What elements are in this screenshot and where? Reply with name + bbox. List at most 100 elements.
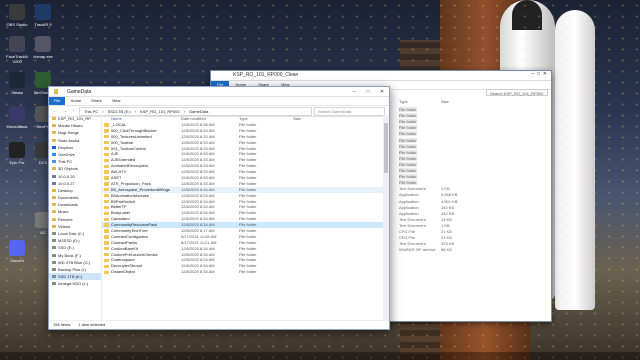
breadcrumb-item[interactable]: GameData: [189, 108, 208, 115]
file-name-text: AW-HTV: [111, 169, 127, 175]
column-header-name[interactable]: Name: [102, 115, 181, 122]
sidebar-item[interactable]: Documents: [49, 194, 101, 201]
sidebar-item[interactable]: 10.0.0.20: [49, 173, 101, 180]
sidebar-item-label: M2SSD (D:): [58, 238, 80, 244]
file-name-text: B9AnimationModules: [111, 192, 149, 198]
selection-count: 1 item selected: [78, 322, 106, 327]
sidebar-item[interactable]: Local Disk (C:): [49, 230, 101, 237]
sidebar-item-label: KSP_RO_101_RP: [58, 116, 91, 121]
column-header-type[interactable]: Type: [239, 115, 293, 122]
back-row-type: Application: [399, 198, 419, 204]
file-name: DistantObject: [102, 269, 181, 275]
folder-icon: [104, 176, 109, 180]
close-button[interactable]: ✕: [375, 89, 389, 95]
scrollbar-thumb[interactable]: [384, 123, 388, 173]
breadcrumb-item[interactable]: KSP_RO_101_RP000: [140, 108, 180, 115]
folder-icon: [104, 129, 109, 133]
back-row-type: File folder: [399, 149, 417, 155]
back-row-size: 21 KB: [441, 229, 452, 234]
sidebar-item[interactable]: Monke Hikaru: [49, 122, 101, 129]
sidebar-item[interactable]: Sado Asuka: [49, 137, 101, 144]
column-header-size[interactable]: Size: [441, 99, 449, 104]
back-row-type: File folder: [399, 125, 417, 131]
back-arrow-icon[interactable]: ←: [52, 108, 59, 114]
ribbon-view-tab[interactable]: View: [107, 97, 126, 105]
file-name-text: AJEExtended: [111, 157, 136, 163]
sidebar-item[interactable]: SSD (E:): [49, 244, 101, 251]
back-row-type: File folder: [399, 137, 417, 143]
folder-icon: [104, 199, 109, 204]
breadcrumb-item[interactable]: This PC: [84, 108, 98, 115]
table-row[interactable]: DistantObject 12/8/2020 8:34 AM File folde…: [102, 269, 383, 275]
up-arrow-icon[interactable]: ↑: [70, 108, 77, 114]
desktop-icon[interactable]: vhmap.exe: [28, 36, 58, 59]
sidebar-item-label: 10.0.0.27: [58, 180, 75, 186]
cloud-icon: [52, 152, 56, 156]
column-header-type[interactable]: Type: [399, 99, 408, 104]
folder-icon: ▇: [54, 88, 58, 95]
sidebar-item[interactable]: SSD 1TB (K:): [49, 273, 101, 281]
folder-icon: [104, 188, 109, 192]
drive-icon: [52, 253, 56, 257]
sidebar-item[interactable]: M2SSD (D:): [49, 237, 101, 244]
column-header-size[interactable]: Size: [293, 115, 323, 122]
sidebar-item[interactable]: Videos: [49, 223, 101, 230]
sidebar-item[interactable]: Downloads: [49, 201, 101, 208]
explorer-window[interactable]: ▇ GameData – □ ✕ File Home Share View ← …: [48, 86, 390, 330]
window-controls[interactable]: – □ ✕: [531, 71, 547, 77]
maximize-button[interactable]: □: [361, 89, 375, 95]
window-title: GameData: [67, 88, 92, 95]
sidebar-item[interactable]: Dropbox: [49, 144, 101, 151]
sidebar-item[interactable]: Iomega HDD (L:): [49, 280, 101, 287]
ribbon-home-tab[interactable]: Home: [65, 97, 86, 105]
sidebar-item[interactable]: WD 4TB Blue (G:): [49, 259, 101, 266]
sidebar-item[interactable]: KSP_RO_101_RP: [49, 115, 101, 122]
folder-icon: [104, 135, 109, 139]
sidebar-item-label: Backup Plus (I:): [58, 266, 87, 272]
minimize-button[interactable]: –: [347, 89, 361, 95]
sidebar-item[interactable]: Desktop: [49, 187, 101, 194]
folder-icon: [104, 223, 109, 227]
back-row-type: Application: [399, 204, 419, 210]
folder-icon: [104, 140, 109, 145]
file-name-text: CommunityTechTree: [111, 228, 148, 234]
column-header-date[interactable]: Date modified: [181, 115, 239, 122]
status-bar: 156 items 1 item selected: [49, 320, 389, 329]
sidebar-item[interactable]: 3D Objects: [49, 165, 101, 172]
file-name-text: ContractConfigurator: [111, 233, 149, 239]
title-bar[interactable]: ▇ GameData – □ ✕: [49, 87, 389, 97]
sidebar-item-label: Monke Hikaru: [58, 123, 83, 129]
back-row-type: File folder: [399, 174, 417, 180]
back-row-type: CFG File: [399, 229, 415, 234]
sidebar-item-label: My Book (F:): [58, 252, 81, 258]
desktop-icon[interactable]: TrackIR 5: [28, 4, 58, 27]
folder-icon: [52, 203, 56, 207]
back-row-type: File folder: [399, 131, 417, 137]
file-name-text: 000_TexturesUnlimited: [111, 133, 152, 139]
sidebar-item[interactable]: Nogi Songs: [49, 129, 101, 136]
back-row-type: Text Document: [399, 186, 426, 192]
column-headers: Name Date modified Type Size: [102, 115, 383, 122]
vertical-scrollbar[interactable]: [383, 115, 389, 321]
desktop-icon[interactable]: Discord: [2, 240, 32, 263]
file-name-text: B9_Aerospace_ProceduralWings: [111, 186, 170, 192]
sidebar-item[interactable]: Backup Plus (I:): [49, 266, 101, 273]
sidebar-item-label: SSD 1TB (K:): [58, 274, 83, 280]
sidebar-item[interactable]: OneDrive: [49, 151, 101, 158]
folder-icon: [52, 188, 56, 192]
desktop-icon-label: TrackIR 5: [34, 22, 52, 27]
sidebar-item[interactable]: This PC: [49, 158, 101, 165]
forward-arrow-icon[interactable]: →: [61, 108, 68, 114]
sidebar-item[interactable]: Music: [49, 208, 101, 215]
folder-icon: [52, 167, 56, 171]
breadcrumb-item[interactable]: SSD1TB (E:): [108, 108, 131, 115]
sidebar-item[interactable]: 10.0.0.27: [49, 180, 101, 187]
sidebar-item[interactable]: Pictures: [49, 216, 101, 223]
ribbon-file-tab[interactable]: File: [49, 97, 66, 105]
folder-icon: [52, 217, 56, 221]
ribbon-share-tab[interactable]: Share: [86, 97, 107, 105]
sidebar-item[interactable]: My Book (F:): [49, 252, 101, 259]
search-input[interactable]: Search KSP_RO_101_RP000: [486, 89, 548, 96]
sidebar-item-label: Desktop: [58, 187, 73, 193]
sidebar-item-label: This PC: [58, 159, 73, 165]
